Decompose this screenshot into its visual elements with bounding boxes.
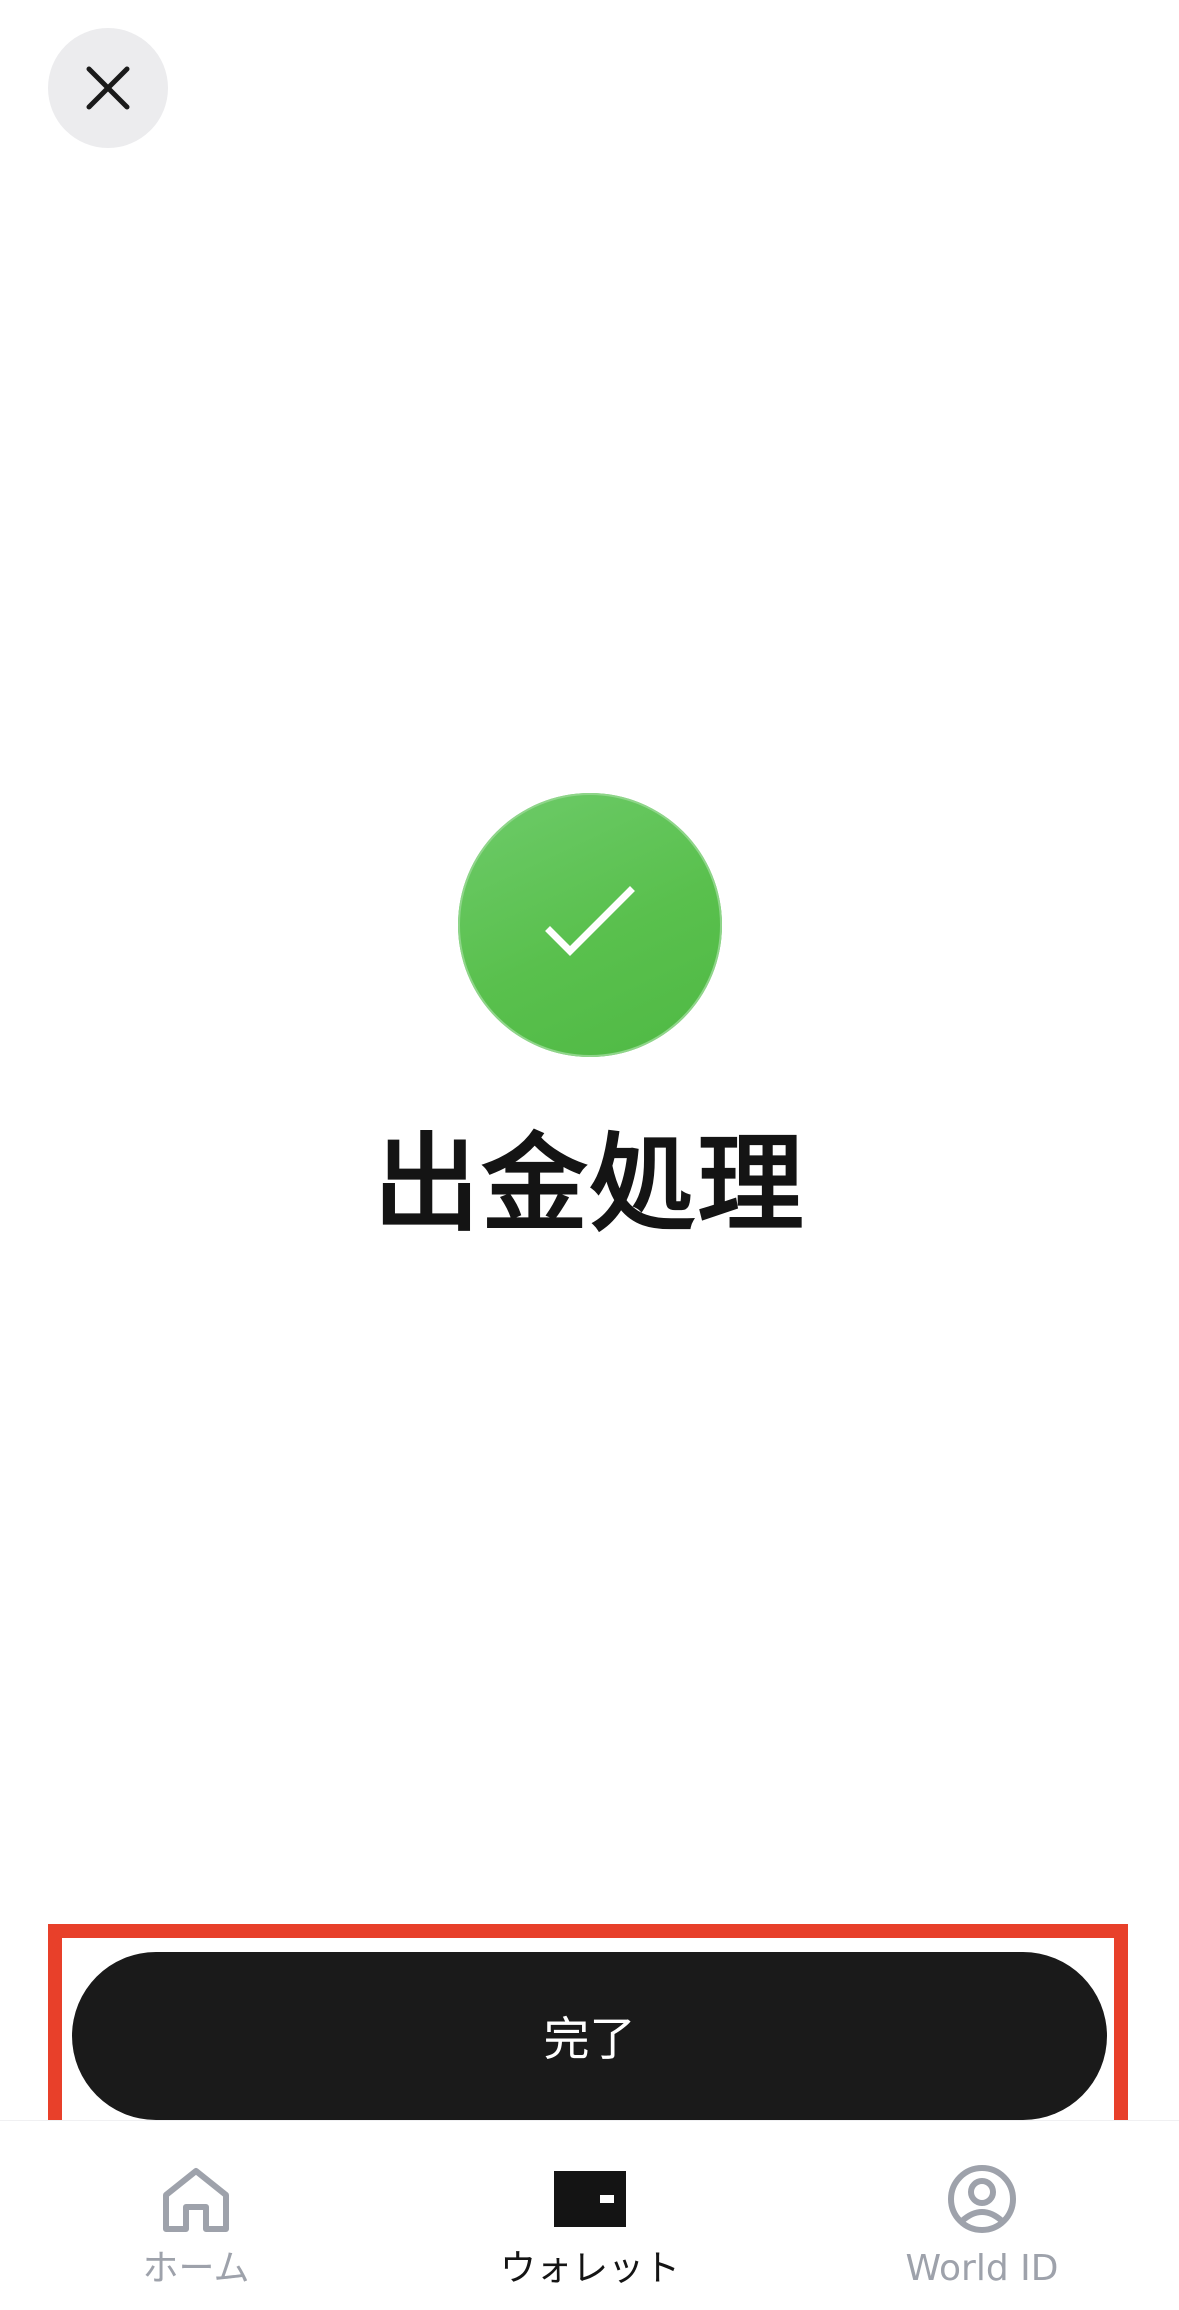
done-button[interactable]: 完了 (72, 1952, 1107, 2120)
tab-wallet[interactable]: ウォレット (440, 2161, 740, 2291)
wallet-icon (552, 2161, 628, 2237)
bottom-tab-bar: ホーム ウォレット World ID (0, 2120, 1179, 2310)
user-circle-icon (944, 2161, 1020, 2237)
tab-home[interactable]: ホーム (46, 2161, 346, 2291)
close-icon (86, 66, 130, 110)
tab-world-id-label: World ID (905, 2248, 1059, 2289)
checkmark-icon (545, 886, 635, 956)
tab-world-id[interactable]: World ID (832, 2161, 1132, 2291)
status-title: 出金処理 (373, 1123, 806, 1246)
home-icon (158, 2161, 234, 2237)
success-badge (458, 793, 722, 1057)
withdrawal-complete-screen: 出金処理 完了 ホーム ウォレット World ID (0, 0, 1179, 2310)
tab-wallet-label: ウォレット (499, 2248, 680, 2289)
done-button-label: 完了 (543, 2012, 636, 2066)
close-button[interactable] (48, 28, 168, 148)
tab-home-label: ホーム (142, 2248, 250, 2289)
